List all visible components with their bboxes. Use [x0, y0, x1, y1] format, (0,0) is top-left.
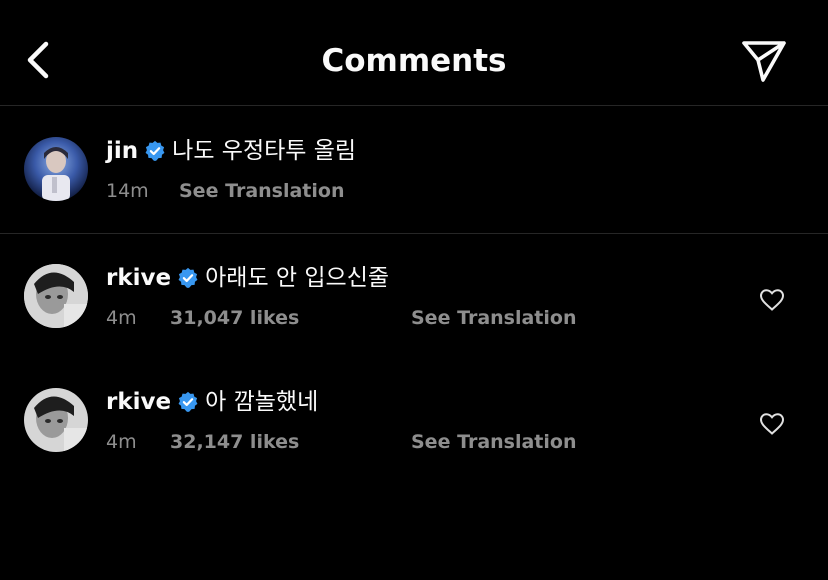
username[interactable]: rkive — [106, 384, 171, 420]
verified-badge-icon — [145, 140, 165, 161]
header-bar: Comments — [0, 0, 828, 106]
caption-comment: jin 나도 우정타투 올림 14m See Translation — [0, 106, 828, 234]
username[interactable]: jin — [106, 133, 138, 169]
heart-icon[interactable] — [759, 412, 785, 436]
avatar[interactable] — [24, 264, 88, 328]
caption-line: jin 나도 우정타투 올림 — [106, 133, 356, 169]
paper-plane-icon — [742, 41, 786, 82]
timestamp: 4m — [106, 307, 137, 329]
heart-icon[interactable] — [759, 288, 785, 312]
see-translation-button[interactable]: See Translation — [179, 176, 344, 206]
verified-badge-icon — [178, 267, 198, 288]
share-button[interactable] — [738, 36, 790, 84]
see-translation-button[interactable]: See Translation — [411, 427, 576, 457]
likes-count[interactable]: 32,147 likes — [170, 427, 299, 457]
timestamp: 4m — [106, 431, 137, 453]
likes-count[interactable]: 31,047 likes — [170, 303, 299, 333]
page-title: Comments — [321, 43, 507, 79]
avatar[interactable] — [24, 137, 88, 201]
comment-line: rkive 아 깜놀했네 — [106, 384, 318, 420]
comment-text: 아래도 안 입으신줄 — [205, 265, 390, 291]
verified-badge-icon — [178, 391, 198, 412]
timestamp: 14m — [106, 180, 149, 202]
comment-text: 나도 우정타투 올림 — [172, 138, 357, 164]
comment-item: rkive 아 깜놀했네 4m 32,147 likes See Transla… — [0, 378, 828, 478]
comment-line: rkive 아래도 안 입으신줄 — [106, 260, 389, 296]
comment-text: 아 깜놀했네 — [205, 389, 319, 415]
comment-item: rkive 아래도 안 입으신줄 4m 31,047 likes See Tra… — [0, 254, 828, 354]
avatar[interactable] — [24, 388, 88, 452]
see-translation-button[interactable]: See Translation — [411, 303, 576, 333]
username[interactable]: rkive — [106, 260, 171, 296]
